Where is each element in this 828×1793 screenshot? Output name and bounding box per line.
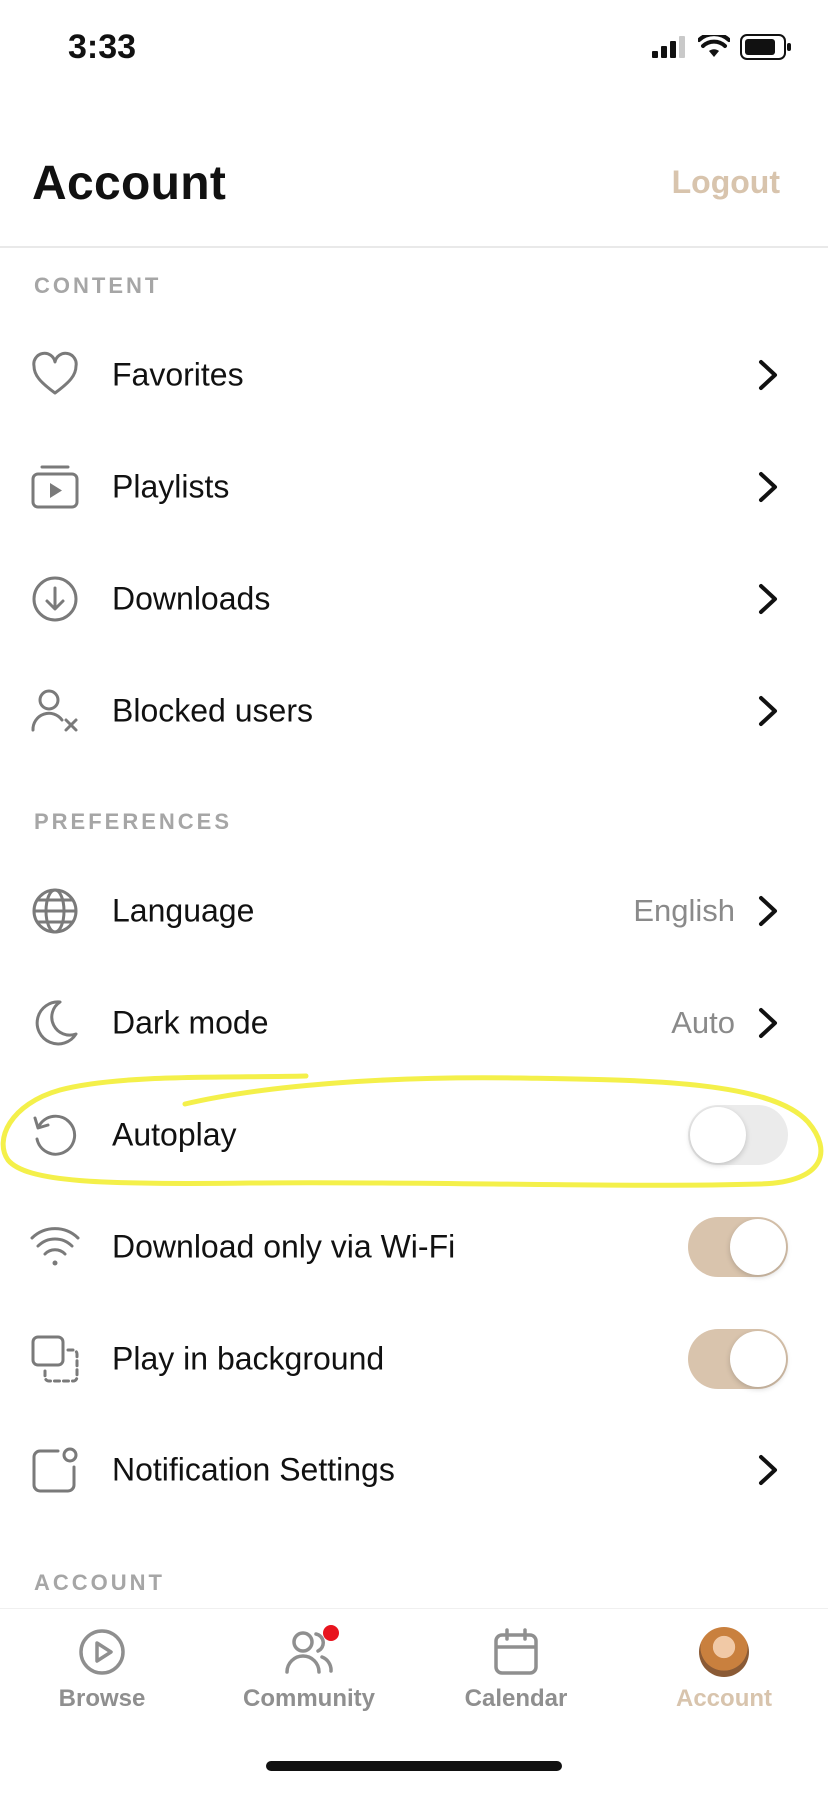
tab-account[interactable]: Account xyxy=(624,1627,824,1737)
menu-item-wifi-only: Download only via Wi-Fi xyxy=(0,1191,828,1303)
wifi-only-toggle[interactable] xyxy=(688,1217,788,1277)
chevron-right-icon xyxy=(759,584,777,614)
tab-label: Community xyxy=(243,1685,375,1712)
menu-item-language[interactable]: Language English xyxy=(0,855,828,967)
header: Account Logout xyxy=(0,130,828,248)
notification-badge xyxy=(323,1625,339,1641)
wifi-status-icon xyxy=(698,35,730,57)
heart-icon xyxy=(32,351,78,395)
play-in-background-toggle[interactable] xyxy=(688,1329,788,1389)
calendar-icon xyxy=(494,1628,538,1675)
avatar xyxy=(699,1627,749,1677)
logout-button[interactable]: Logout xyxy=(672,164,780,201)
home-indicator xyxy=(266,1761,562,1771)
background-play-icon xyxy=(31,1335,79,1383)
chevron-right-icon xyxy=(759,472,777,502)
toggle-knob xyxy=(730,1331,786,1387)
chevron-right-icon xyxy=(759,896,777,926)
menu-item-dark-mode[interactable]: Dark mode Auto xyxy=(0,967,828,1079)
tab-calendar[interactable]: Calendar xyxy=(416,1627,616,1737)
play-circle-icon xyxy=(79,1629,125,1675)
wifi-icon xyxy=(30,1227,80,1266)
tab-label: Account xyxy=(676,1685,772,1712)
menu-item-notification-settings[interactable]: Notification Settings xyxy=(0,1414,828,1526)
menu-item-label: Downloads xyxy=(112,580,271,617)
cellular-signal-icon xyxy=(652,36,685,58)
dark-mode-value: Auto xyxy=(671,1005,735,1040)
section-label-preferences: PREFERENCES xyxy=(34,809,233,834)
menu-item-label: Notification Settings xyxy=(112,1451,395,1488)
chevron-right-icon xyxy=(759,360,777,390)
toggle-knob xyxy=(690,1107,746,1163)
status-bar: 3:33 xyxy=(0,0,828,100)
notification-icon xyxy=(32,1447,78,1493)
replay-icon xyxy=(33,1114,77,1156)
menu-item-blocked-users[interactable]: Blocked users xyxy=(0,655,828,767)
menu-item-favorites[interactable]: Favorites xyxy=(0,319,828,431)
moon-icon xyxy=(35,1000,78,1046)
section-label-content: CONTENT xyxy=(34,273,162,298)
menu-item-playlists[interactable]: Playlists xyxy=(0,431,828,543)
menu-item-label: Autoplay xyxy=(112,1116,237,1153)
tab-community[interactable]: Community xyxy=(209,1625,409,1737)
chevron-right-icon xyxy=(759,1455,777,1485)
status-icons xyxy=(652,34,792,60)
battery-icon xyxy=(740,34,791,60)
menu-item-play-in-background: Play in background xyxy=(0,1303,828,1415)
globe-icon xyxy=(32,888,78,934)
toggle-knob xyxy=(730,1219,786,1275)
menu-item-label: Download only via Wi-Fi xyxy=(112,1228,456,1265)
chevron-right-icon xyxy=(759,696,777,726)
menu-item-label: Play in background xyxy=(112,1340,385,1377)
menu-item-label: Favorites xyxy=(112,356,244,393)
menu-item-downloads[interactable]: Downloads xyxy=(0,543,828,655)
section-label-account: ACCOUNT xyxy=(34,1570,165,1595)
menu-item-label: Language xyxy=(112,892,255,929)
status-time: 3:33 xyxy=(68,28,137,66)
blocked-user-icon xyxy=(31,689,78,732)
tab-label: Calendar xyxy=(464,1685,568,1712)
tab-browse[interactable]: Browse xyxy=(2,1627,202,1737)
menu-item-label: Dark mode xyxy=(112,1004,269,1041)
menu-item-label: Blocked users xyxy=(112,692,313,729)
language-value: English xyxy=(633,893,735,928)
chevron-right-icon xyxy=(759,1008,777,1038)
autoplay-toggle[interactable] xyxy=(688,1105,788,1165)
page-title: Account xyxy=(32,157,227,210)
playlist-icon xyxy=(31,465,79,509)
menu-item-autoplay: Autoplay xyxy=(0,1079,828,1191)
menu-item-label: Playlists xyxy=(112,468,230,505)
download-icon xyxy=(32,576,78,622)
tab-label: Browse xyxy=(58,1685,146,1712)
